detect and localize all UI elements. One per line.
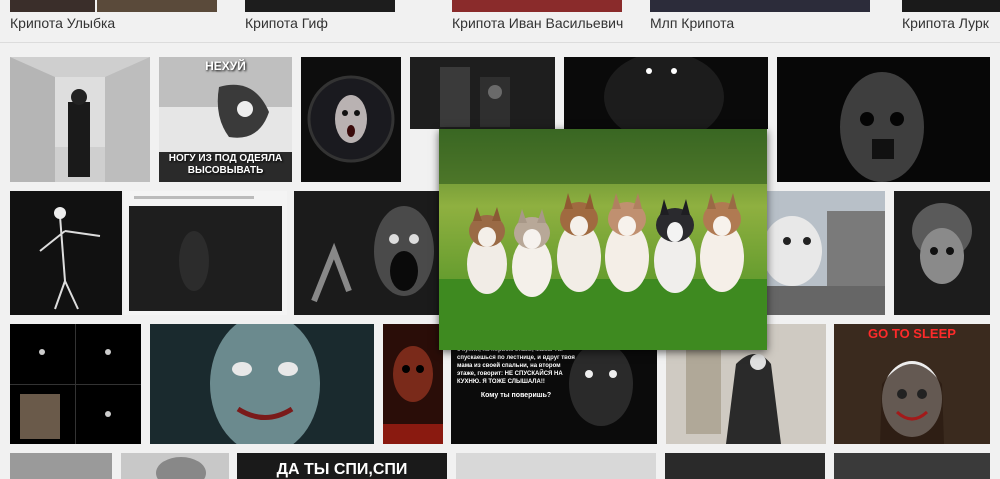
image-result-row4-5[interactable]	[665, 453, 825, 479]
image-result-screaming-monster[interactable]	[294, 191, 439, 315]
image-result-row4-2[interactable]	[121, 453, 229, 479]
related-search-link-5[interactable]: Крипота Лурк	[902, 15, 989, 31]
related-thumb-1b[interactable]	[97, 0, 217, 12]
image-result-dark-photo[interactable]	[124, 191, 287, 315]
story-question: Кому ты поверишь?	[480, 392, 552, 399]
meme-caption-top: НЕХУЙ	[205, 59, 246, 73]
image-result-row4-4[interactable]	[456, 453, 656, 479]
image-dark-room	[410, 57, 555, 129]
image-result-hallway-girl[interactable]	[10, 57, 150, 182]
image-result-four-panel-eyes[interactable]	[10, 324, 141, 444]
image-result-slender-drawing[interactable]	[10, 191, 122, 315]
related-thumb-3[interactable]	[452, 0, 622, 12]
image-go-to-sleep	[834, 324, 990, 444]
related-search-link-2[interactable]: Крипота Гиф	[245, 15, 328, 31]
image-seal-building	[767, 191, 885, 315]
image-result-dark-eyes-face[interactable]	[777, 57, 990, 182]
image-result-row4-6[interactable]	[834, 453, 990, 479]
image-creepy-girl-hair	[894, 191, 990, 315]
image-dark-photo	[124, 191, 287, 315]
image-row4-1	[10, 453, 112, 479]
image-result-creepy-girl-hair[interactable]	[894, 191, 990, 315]
image-smiling-woman	[150, 324, 374, 444]
go-to-sleep-caption: GO TO SLEEP	[868, 326, 956, 341]
image-result-dark-room[interactable]	[410, 57, 555, 129]
related-thumb-5[interactable]	[902, 0, 1000, 12]
image-row4-2	[121, 453, 229, 479]
image-four-panel-eyes	[10, 324, 141, 444]
image-result-glowing-eyes[interactable]	[564, 57, 768, 129]
related-thumb-1[interactable]	[10, 0, 95, 12]
image-ghost-face	[301, 57, 401, 182]
husky-puppies-image	[439, 129, 767, 350]
image-result-nehui-meme[interactable]: НЕХУЙ НОГУ ИЗ ПОД ОДЕЯЛА ВЫСОВЫВАТЬ	[159, 57, 292, 182]
image-screaming-monster	[294, 191, 439, 315]
meme-caption-bottom: НОГУ ИЗ ПОД ОДЕЯЛА ВЫСОВЫВАТЬ	[168, 153, 283, 176]
image-slender-drawing	[10, 191, 122, 315]
image-glowing-eyes	[564, 57, 768, 129]
image-result-row4-1[interactable]	[10, 453, 112, 479]
image-red-ghost	[383, 324, 443, 444]
image-result-smiling-woman[interactable]	[150, 324, 374, 444]
da-ty-spi-caption: ДА ТЫ СПИ,СПИ	[276, 461, 408, 478]
related-thumb-2[interactable]	[245, 0, 395, 12]
image-row4-4	[456, 453, 656, 479]
image-result-red-ghost[interactable]	[383, 324, 443, 444]
related-searches-strip: Крипота Улыбка Крипота Гиф Крипота Иван …	[0, 0, 1000, 43]
image-result-seal-building[interactable]	[767, 191, 885, 315]
image-preview-overlay[interactable]	[439, 129, 767, 350]
image-result-go-to-sleep[interactable]: GO TO SLEEP	[834, 324, 990, 444]
image-row4-5	[665, 453, 825, 479]
image-hallway-girl	[10, 57, 150, 182]
image-dark-eyes-face	[777, 57, 990, 182]
related-search-link-3[interactable]: Крипота Иван Васильевич	[452, 15, 623, 31]
related-search-link-1[interactable]: Крипота Улыбка	[10, 15, 115, 31]
related-search-link-4[interactable]: Млп Крипота	[650, 15, 734, 31]
related-thumb-4[interactable]	[650, 0, 870, 12]
image-result-ghost-face[interactable]	[301, 57, 401, 182]
image-row4-6	[834, 453, 990, 479]
